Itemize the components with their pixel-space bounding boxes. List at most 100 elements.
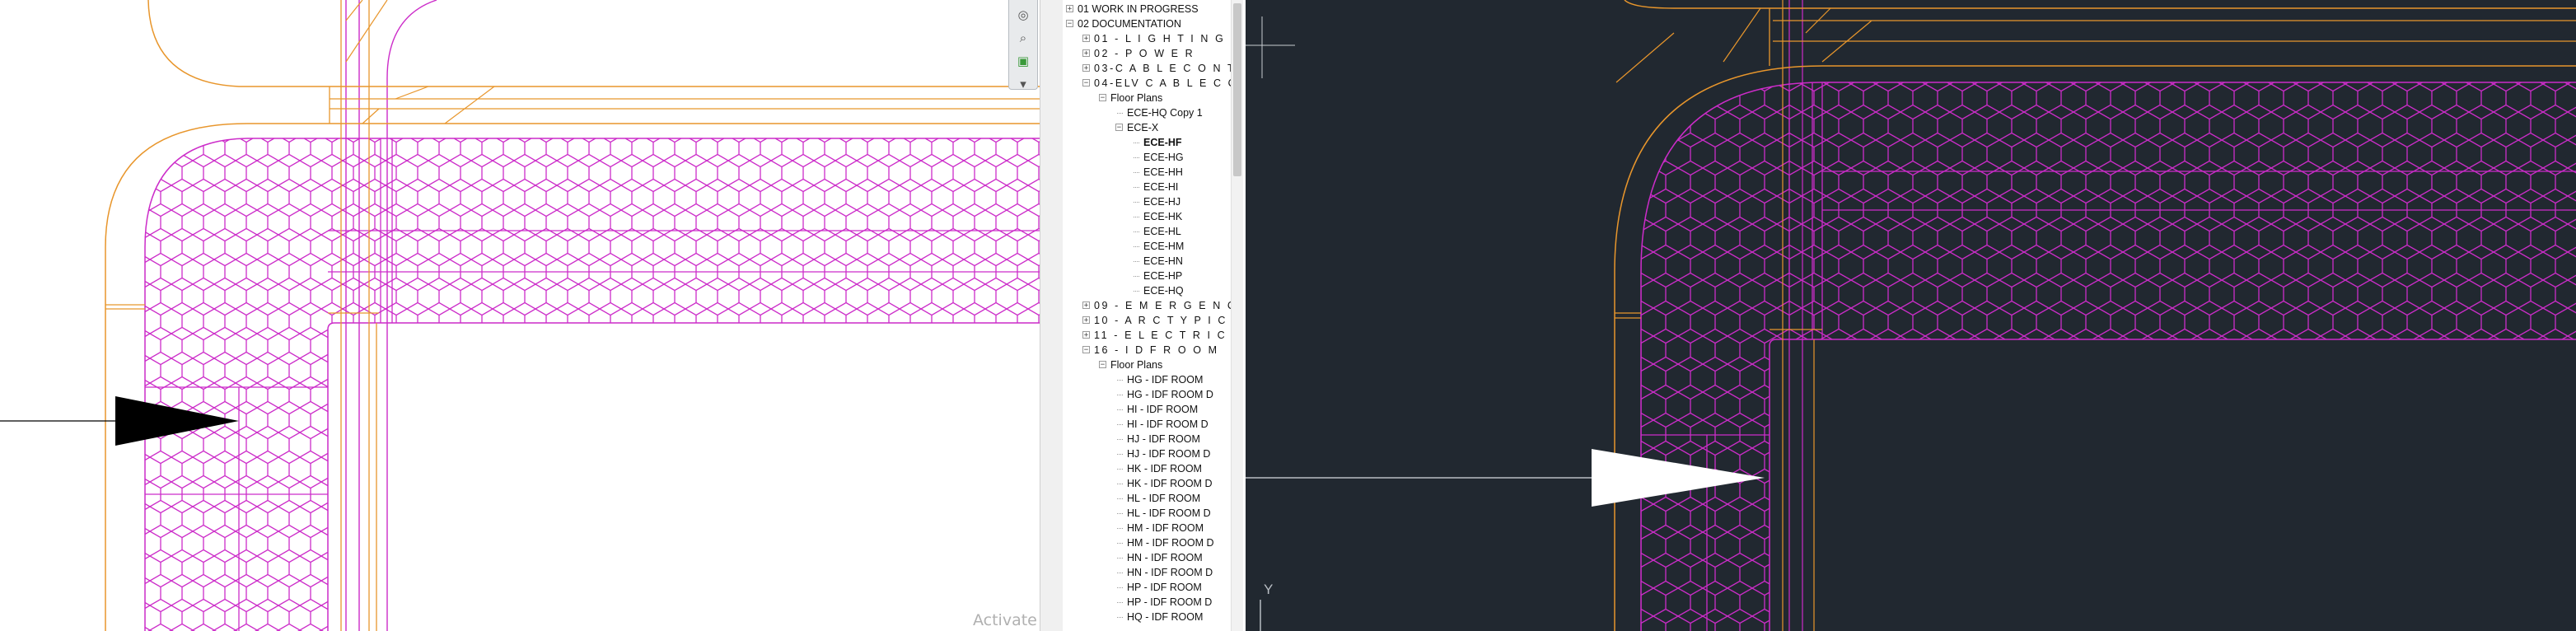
tree-item-label: HL - IDF ROOM bbox=[1127, 493, 1201, 504]
tree-item-label: HN - IDF ROOM D bbox=[1127, 567, 1213, 578]
tree-connector bbox=[1117, 498, 1123, 499]
tree-connector bbox=[1134, 276, 1139, 277]
left-plan-drawing[interactable] bbox=[0, 0, 1040, 631]
tree-item-label: ECE-HK bbox=[1143, 211, 1183, 222]
tree-item[interactable]: HJ - IDF ROOM bbox=[1063, 432, 1232, 446]
tree-item[interactable]: HP - IDF ROOM bbox=[1063, 580, 1232, 595]
scrollbar-thumb[interactable] bbox=[1233, 3, 1241, 176]
tree-item[interactable]: +09 - E M E R G E N C Y L I bbox=[1063, 298, 1232, 313]
tree-item-label: 16 - I D F R O O M bbox=[1094, 344, 1219, 356]
expand-icon[interactable]: + bbox=[1082, 35, 1090, 43]
tree-item[interactable]: ECE-HI bbox=[1063, 180, 1232, 194]
expand-icon[interactable]: + bbox=[1082, 331, 1090, 339]
tree-item[interactable]: − Floor Plans bbox=[1063, 91, 1232, 105]
expand-icon[interactable]: + bbox=[1082, 64, 1090, 72]
tree-item-label: HP - IDF ROOM D bbox=[1127, 596, 1213, 608]
tree-connector bbox=[1134, 231, 1139, 232]
tree-item[interactable]: HM - IDF ROOM bbox=[1063, 521, 1232, 535]
tree-item[interactable]: HK - IDF ROOM bbox=[1063, 461, 1232, 476]
tree-item-label: ECE-X bbox=[1127, 122, 1159, 133]
collapse-icon[interactable]: − bbox=[1099, 361, 1106, 369]
tree-item-label: 09 - E M E R G E N C Y L I bbox=[1094, 300, 1232, 311]
collapse-icon[interactable]: − bbox=[1099, 94, 1106, 102]
tree-item-label: HM - IDF ROOM D bbox=[1127, 537, 1214, 549]
expand-icon[interactable]: + bbox=[1082, 301, 1090, 310]
project-browser-scrollbar[interactable] bbox=[1231, 0, 1243, 631]
navigation-wheel-icon[interactable]: ◎ bbox=[1014, 7, 1032, 23]
tree-item[interactable]: +02 - P O W E R bbox=[1063, 46, 1232, 61]
tree-item[interactable]: HJ - IDF ROOM D bbox=[1063, 446, 1232, 461]
tree-item[interactable]: HM - IDF ROOM D bbox=[1063, 535, 1232, 550]
tree-item[interactable]: +01 WORK IN PROGRESS bbox=[1063, 2, 1232, 16]
collapse-icon[interactable]: − bbox=[1066, 20, 1073, 28]
tree-item-label: HQ - IDF ROOM bbox=[1127, 611, 1204, 623]
tree-item[interactable]: HP - IDF ROOM D bbox=[1063, 595, 1232, 610]
tree-item[interactable]: HQ - IDF ROOM bbox=[1063, 610, 1232, 624]
tree-item[interactable]: HN - IDF ROOM bbox=[1063, 550, 1232, 565]
collapse-icon[interactable]: − bbox=[1082, 346, 1090, 354]
tree-item-label: 11 - E L E C T R I C A L R O bbox=[1094, 330, 1232, 341]
tree-item[interactable]: HK - IDF ROOM D bbox=[1063, 476, 1232, 491]
tree-connector bbox=[1117, 587, 1123, 588]
project-browser: +01 WORK IN PROGRESS −02 DOCUMENTATION +01… bbox=[1063, 0, 1246, 631]
tree-connector bbox=[1117, 113, 1123, 114]
collapse-icon[interactable]: − bbox=[1082, 79, 1090, 87]
tree-item[interactable]: HI - IDF ROOM bbox=[1063, 402, 1232, 417]
tree-item[interactable]: ECE-HQ Copy 1 bbox=[1063, 105, 1232, 120]
tree-item[interactable]: ECE-HF bbox=[1063, 135, 1232, 150]
tree-item-label: HP - IDF ROOM bbox=[1127, 582, 1202, 593]
zoom-icon[interactable]: ⌕ bbox=[1014, 30, 1032, 46]
tree-item[interactable]: −16 - I D F R O O M bbox=[1063, 343, 1232, 358]
tree-item-label: Floor Plans bbox=[1110, 359, 1163, 371]
tree-item-label: 02 - P O W E R bbox=[1094, 48, 1195, 59]
expand-icon[interactable]: + bbox=[1082, 316, 1090, 325]
tree-item[interactable]: HL - IDF ROOM D bbox=[1063, 506, 1232, 521]
tree-item-label: ECE-HH bbox=[1143, 166, 1183, 178]
tree-item[interactable]: HI - IDF ROOM D bbox=[1063, 417, 1232, 432]
tree-item[interactable]: ECE-HK bbox=[1063, 209, 1232, 224]
tree-item[interactable]: +01 - L I G H T I N G bbox=[1063, 31, 1232, 46]
tree-connector bbox=[1134, 246, 1139, 247]
tree-item[interactable]: − ECE-X bbox=[1063, 120, 1232, 135]
activate-windows-watermark: Activate Windows bbox=[973, 611, 1040, 629]
pan-icon[interactable]: ▣ bbox=[1014, 53, 1032, 69]
tree-item-label: ECE-HM bbox=[1143, 241, 1185, 252]
expand-icon[interactable]: + bbox=[1066, 5, 1073, 13]
tree-item-label: 01 - L I G H T I N G bbox=[1094, 33, 1226, 44]
navigation-toolbar: ◎ ⌕ ▣ ▾ bbox=[1008, 0, 1038, 92]
tree-item[interactable]: HL - IDF ROOM bbox=[1063, 491, 1232, 506]
tree-item[interactable]: −02 DOCUMENTATION bbox=[1063, 16, 1232, 31]
tree-item-label: 10 - A R C T Y P I C A L bbox=[1094, 315, 1232, 326]
tree-item[interactable]: ECE-HM bbox=[1063, 239, 1232, 254]
tree-item-label: Floor Plans bbox=[1110, 92, 1163, 104]
tree-item[interactable]: ECE-HN bbox=[1063, 254, 1232, 269]
view-splitter[interactable] bbox=[1040, 0, 1064, 631]
left-plan-view[interactable]: ◎ ⌕ ▣ ▾ Activate Windows bbox=[0, 0, 1040, 631]
tree-item[interactable]: HG - IDF ROOM D bbox=[1063, 387, 1232, 402]
collapse-icon[interactable]: − bbox=[1115, 124, 1123, 132]
tree-item[interactable]: −04-ELV C A B L E C O N T A bbox=[1063, 76, 1232, 91]
tree-item-label: HI - IDF ROOM D bbox=[1127, 418, 1209, 430]
view-cube-icon[interactable]: ▾ bbox=[1014, 76, 1032, 92]
tree-item[interactable]: HN - IDF ROOM D bbox=[1063, 565, 1232, 580]
tree-item[interactable]: − Floor Plans bbox=[1063, 358, 1232, 372]
tree-item-label: 01 WORK IN PROGRESS bbox=[1078, 3, 1199, 15]
tree-item[interactable]: ECE-HL bbox=[1063, 224, 1232, 239]
tree-item[interactable]: HG - IDF ROOM bbox=[1063, 372, 1232, 387]
tree-item[interactable]: ECE-HH bbox=[1063, 165, 1232, 180]
tree-item[interactable]: ECE-HG bbox=[1063, 150, 1232, 165]
tree-item[interactable]: +03-C A B L E C O N T A I N bbox=[1063, 61, 1232, 76]
tree-item[interactable]: +10 - A R C T Y P I C A L bbox=[1063, 313, 1232, 328]
right-plan-view[interactable]: Y bbox=[1246, 0, 2576, 631]
tree-connector bbox=[1117, 617, 1123, 618]
tree-item-label: 04-ELV C A B L E C O N T A bbox=[1094, 77, 1232, 89]
tree-item[interactable]: +11 - E L E C T R I C A L R O bbox=[1063, 328, 1232, 343]
right-plan-drawing[interactable] bbox=[1246, 0, 2576, 631]
tree-item[interactable]: ECE-HJ bbox=[1063, 194, 1232, 209]
tree-item-label: 03-C A B L E C O N T A I N bbox=[1094, 63, 1232, 74]
expand-icon[interactable]: + bbox=[1082, 49, 1090, 58]
tree-item[interactable]: ECE-HQ bbox=[1063, 283, 1232, 298]
tree-item[interactable]: ECE-HP bbox=[1063, 269, 1232, 283]
tree-item-label: HM - IDF ROOM bbox=[1127, 522, 1204, 534]
tree-connector bbox=[1117, 469, 1123, 470]
